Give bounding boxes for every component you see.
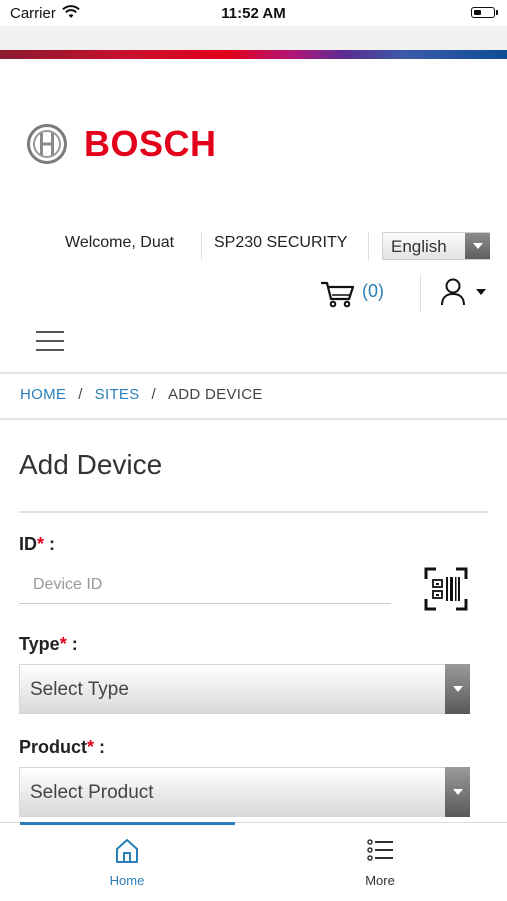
chevron-down-icon xyxy=(445,664,470,714)
divider xyxy=(201,232,202,260)
chevron-down-icon xyxy=(465,233,490,259)
required-mark: * xyxy=(87,737,95,757)
tab-more-label: More xyxy=(365,873,395,888)
tab-home[interactable]: Home xyxy=(67,822,187,900)
clock: 11:52 AM xyxy=(221,5,286,22)
type-select-value: Select Type xyxy=(30,679,129,700)
breadcrumb-current: ADD DEVICE xyxy=(168,386,263,403)
user-menu-caret-icon[interactable] xyxy=(476,289,486,295)
hamburger-menu-icon[interactable] xyxy=(36,329,64,353)
home-icon xyxy=(116,839,138,863)
required-mark: * xyxy=(37,534,45,554)
product-select[interactable]: Select Product xyxy=(19,767,470,817)
chevron-down-icon xyxy=(445,767,470,817)
user-icon[interactable] xyxy=(440,278,466,306)
device-id-input[interactable] xyxy=(19,566,391,604)
bosch-armature-logo-icon xyxy=(27,124,67,164)
status-bar: Carrier 11:52 AM xyxy=(0,0,507,26)
type-label-text: Type xyxy=(19,634,60,654)
list-menu-icon xyxy=(367,839,393,861)
divider xyxy=(368,232,369,260)
label-colon: : xyxy=(44,534,56,554)
required-mark: * xyxy=(59,634,67,654)
divider xyxy=(0,372,507,374)
product-label-text: Product xyxy=(19,737,88,757)
product-select-value: Select Product xyxy=(30,782,154,803)
id-label-text: ID xyxy=(19,534,37,554)
divider xyxy=(0,418,507,420)
cart-icon[interactable] xyxy=(321,280,355,308)
breadcrumb-sites[interactable]: SITES xyxy=(95,386,140,403)
welcome-text: Welcome, Duat xyxy=(65,234,175,251)
type-field-label: Type* : xyxy=(19,634,78,655)
tab-home-label: Home xyxy=(109,873,145,888)
title-divider xyxy=(19,511,488,513)
label-colon: : xyxy=(66,634,78,654)
language-value: English xyxy=(391,237,447,256)
breadcrumb-home[interactable]: HOME xyxy=(20,386,66,403)
cart-count[interactable]: (0) xyxy=(362,281,384,302)
divider xyxy=(420,275,421,311)
battery-icon xyxy=(471,7,495,18)
company-name[interactable]: SP230 SECURITY xyxy=(214,234,347,252)
page-title: Add Device xyxy=(19,449,163,480)
id-field-label: ID* : xyxy=(19,534,55,555)
type-select[interactable]: Select Type xyxy=(19,664,470,714)
barcode-scan-icon[interactable] xyxy=(424,567,468,611)
brand-logo-text: BOSCH xyxy=(84,123,217,164)
label-colon: : xyxy=(94,737,106,757)
battery-tip xyxy=(496,10,498,15)
product-field-label: Product* : xyxy=(19,737,105,758)
language-select[interactable]: English xyxy=(382,232,490,260)
tab-more[interactable]: More xyxy=(320,822,440,900)
top-strip xyxy=(0,26,507,50)
brand-color-bar xyxy=(0,50,507,59)
breadcrumb: HOME / SITES / ADD DEVICE xyxy=(20,386,263,403)
